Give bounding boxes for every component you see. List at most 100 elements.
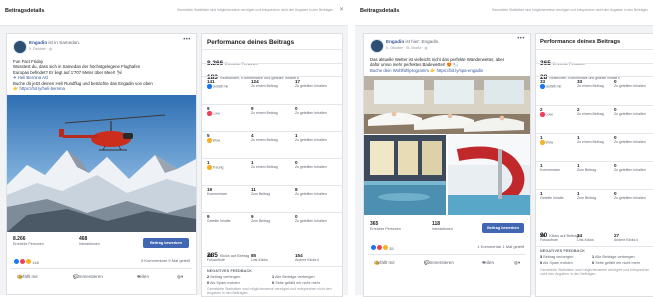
interactions-stat: 468 Interaktionen <box>79 236 100 246</box>
interactions-label: Interaktionen <box>432 227 453 231</box>
divider <box>536 189 653 190</box>
post-link[interactable]: 👉 https://bit.ly/heli-bernina <box>13 86 191 91</box>
breakdown-cell: 1 Zum Beitrag <box>577 163 612 172</box>
breakdown-cell: 0 Zu geteilten Inhalten <box>614 79 649 88</box>
comments-shares-count[interactable]: 1 Kommentar 1 Mal geteilt <box>477 244 524 249</box>
water-slide-photo <box>448 135 530 215</box>
page-avatar[interactable] <box>13 40 27 54</box>
negative-feedback-item: 1 Alle Beiträge verbergen <box>592 255 635 259</box>
breakdown-cell: 0 Zu geteilten Inhalten <box>295 106 337 115</box>
page-avatar[interactable] <box>370 39 384 53</box>
like-icon <box>207 84 212 89</box>
boost-post-button[interactable]: Beitrag bewerben <box>143 238 189 248</box>
reach-stat: 365 Erreichte Personen <box>370 221 401 231</box>
post-stats: 365 Erreichte Personen 118 Interaktionen… <box>364 217 530 239</box>
page-name[interactable]: Engadin <box>29 40 47 45</box>
post-image-helicopter[interactable] <box>7 95 196 232</box>
breakdown-label: Zu einem Beitrag <box>251 84 278 88</box>
post-date[interactable]: 5. Oktober · St. Moritz · ◍ <box>386 46 427 50</box>
post-date[interactable]: 5. Oktober · ◍ <box>29 47 52 51</box>
breakdown-cell: 9 Zum Beitrag <box>251 214 293 223</box>
reactions-count: 35 <box>389 246 394 251</box>
dialog-body: Engadin ist in Samedan. 5. Oktober · ◍ •… <box>0 26 348 297</box>
comments-shares-count[interactable]: 5 Kommentare 9 Mal geteilt <box>141 258 190 263</box>
breakdown-cell: 1 Zu einem Beitrag <box>251 160 293 169</box>
post-image-pool-night[interactable] <box>364 135 446 215</box>
divider <box>202 104 342 105</box>
close-icon[interactable]: ✕ <box>339 6 344 13</box>
breakdown-cell: 0 Zu geteilten Inhalten <box>295 214 337 223</box>
breakdown-label: Zu einem Beitrag <box>577 84 604 88</box>
breakdown-cell: 0 Zu geteilten Inhalten <box>614 135 649 144</box>
breakdown-label: Zu geteilten Inhalten <box>614 168 646 172</box>
breakdown-label: Wow <box>540 140 575 145</box>
breakdown-label: Kommentare <box>207 192 228 196</box>
breakdown-label: Geteilte Inhalte <box>540 196 564 200</box>
post-text: Das aktuelle Wetter ist vielleicht nicht… <box>370 57 526 73</box>
post-actions-bar: 👍 Gefällt mir 💬 Kommentieren ➦ Teilen ◍▾ <box>11 268 192 287</box>
post-image-water-slide[interactable] <box>448 135 530 215</box>
post-image-spa-lounge[interactable] <box>364 76 530 134</box>
performance-footnote: Gemeldete Statistiken sind möglicherweis… <box>540 268 650 277</box>
negative-feedback-item: 0 Seite gefällt mir nicht mehr <box>592 261 641 265</box>
breakdown-cell: 33 Zu einem Beitrag <box>577 79 612 88</box>
divider <box>536 63 653 64</box>
header-note: Gemeldete Statistiken sind möglicherweis… <box>176 8 334 12</box>
negative-feedback-item: 2 Beitrag verbergen <box>207 275 241 279</box>
breakdown-label: Gefällt mir <box>207 84 249 89</box>
wow-icon <box>382 244 389 251</box>
performance-footnote: Gemeldete Statistiken sind möglicherweis… <box>207 287 332 296</box>
interactions-label: Interaktionen <box>79 242 100 246</box>
audience-dropdown-icon[interactable]: ◍▾ <box>514 260 520 266</box>
reactions-count: 148 <box>32 260 39 265</box>
boost-post-button[interactable]: Beitrag bewerben <box>482 223 524 233</box>
breakdown-cell: 1 Wow <box>540 135 575 145</box>
dialog-title: Beitragsdetails <box>5 8 45 14</box>
breakdown-label: Zu geteilten Inhalten <box>614 196 646 200</box>
reach-label: Erreichte Personen <box>370 227 401 231</box>
breakdown-label: Zum Beitrag <box>577 196 597 200</box>
breakdown-label: Zu einem Beitrag <box>251 111 278 115</box>
more-options-icon[interactable]: ••• <box>183 37 191 43</box>
breakdown-label: Traurig <box>207 165 249 170</box>
breakdown-label: Zu geteilten Inhalten <box>614 140 646 144</box>
love-icon <box>207 111 212 116</box>
breakdown-cell: 5 Wow <box>207 133 249 143</box>
breakdown-label: Love <box>207 111 249 116</box>
header-note: Gemeldete Statistiken sind möglicherweis… <box>491 8 649 12</box>
breakdown-cell: 1 Zu geteilten Inhalten <box>295 133 337 142</box>
post-actions-bar: 👍 Gefällt mir 💬 Kommentieren ➦ Teilen ◍▾ <box>368 254 526 273</box>
wow-icon <box>25 258 32 265</box>
divider <box>202 76 342 77</box>
click-breakdown-cell: 27 Andere Klicks ℹ <box>614 233 638 242</box>
breakdown-cell: 1 Kommentare <box>540 163 575 172</box>
like-icon <box>540 84 545 89</box>
divider <box>536 246 653 247</box>
reach-label: Erreichte Personen <box>13 242 44 246</box>
post-card: Engadin ist hier: Engadin. 5. Oktober · … <box>363 33 531 297</box>
click-breakdown-cell: 29 Fotoaufrufe <box>540 233 558 242</box>
breakdown-cell: 0 Zu geteilten Inhalten <box>295 160 337 169</box>
page-name[interactable]: Engadin <box>386 39 404 44</box>
more-options-icon[interactable]: ••• <box>517 36 525 42</box>
post-author[interactable]: Engadin ist in Samedan. <box>29 40 80 45</box>
divider <box>536 76 653 77</box>
divider <box>202 49 342 50</box>
globe-icon: ◍ <box>48 47 53 51</box>
breakdown-label: Zu geteilten Inhalten <box>295 165 327 169</box>
breakdown-cell: 1 Zum Beitrag <box>577 191 612 200</box>
breakdown-cell: 0 Zu geteilten Inhalten <box>614 191 649 200</box>
spa-lounge-photo <box>364 76 530 134</box>
wow-icon <box>540 140 545 145</box>
post-stats: 8.266 Erreichte Personen 468 Interaktion… <box>7 232 196 254</box>
negative-feedback-item: 1 Alle Beiträge verbergen <box>272 275 315 279</box>
audience-dropdown-icon[interactable]: ◍▾ <box>177 274 183 280</box>
click-breakdown-cell: 85 Link-Klicks <box>251 253 268 262</box>
reactions-summary[interactable]: 148 <box>13 258 39 265</box>
post-author[interactable]: Engadin ist hier: Engadin. <box>386 39 440 44</box>
breakdown-cell: 9 Zu einem Beitrag <box>251 106 293 115</box>
click-breakdown-cell: 154 Andere Klicks ℹ <box>295 253 319 262</box>
negative-feedback-title: NEGATIVES FEEDBACK <box>207 269 253 273</box>
post-link[interactable]: Buche dein Wohlfühlprogramm 👉 https://bi… <box>370 68 526 73</box>
reactions-summary[interactable]: 35 <box>370 244 394 251</box>
